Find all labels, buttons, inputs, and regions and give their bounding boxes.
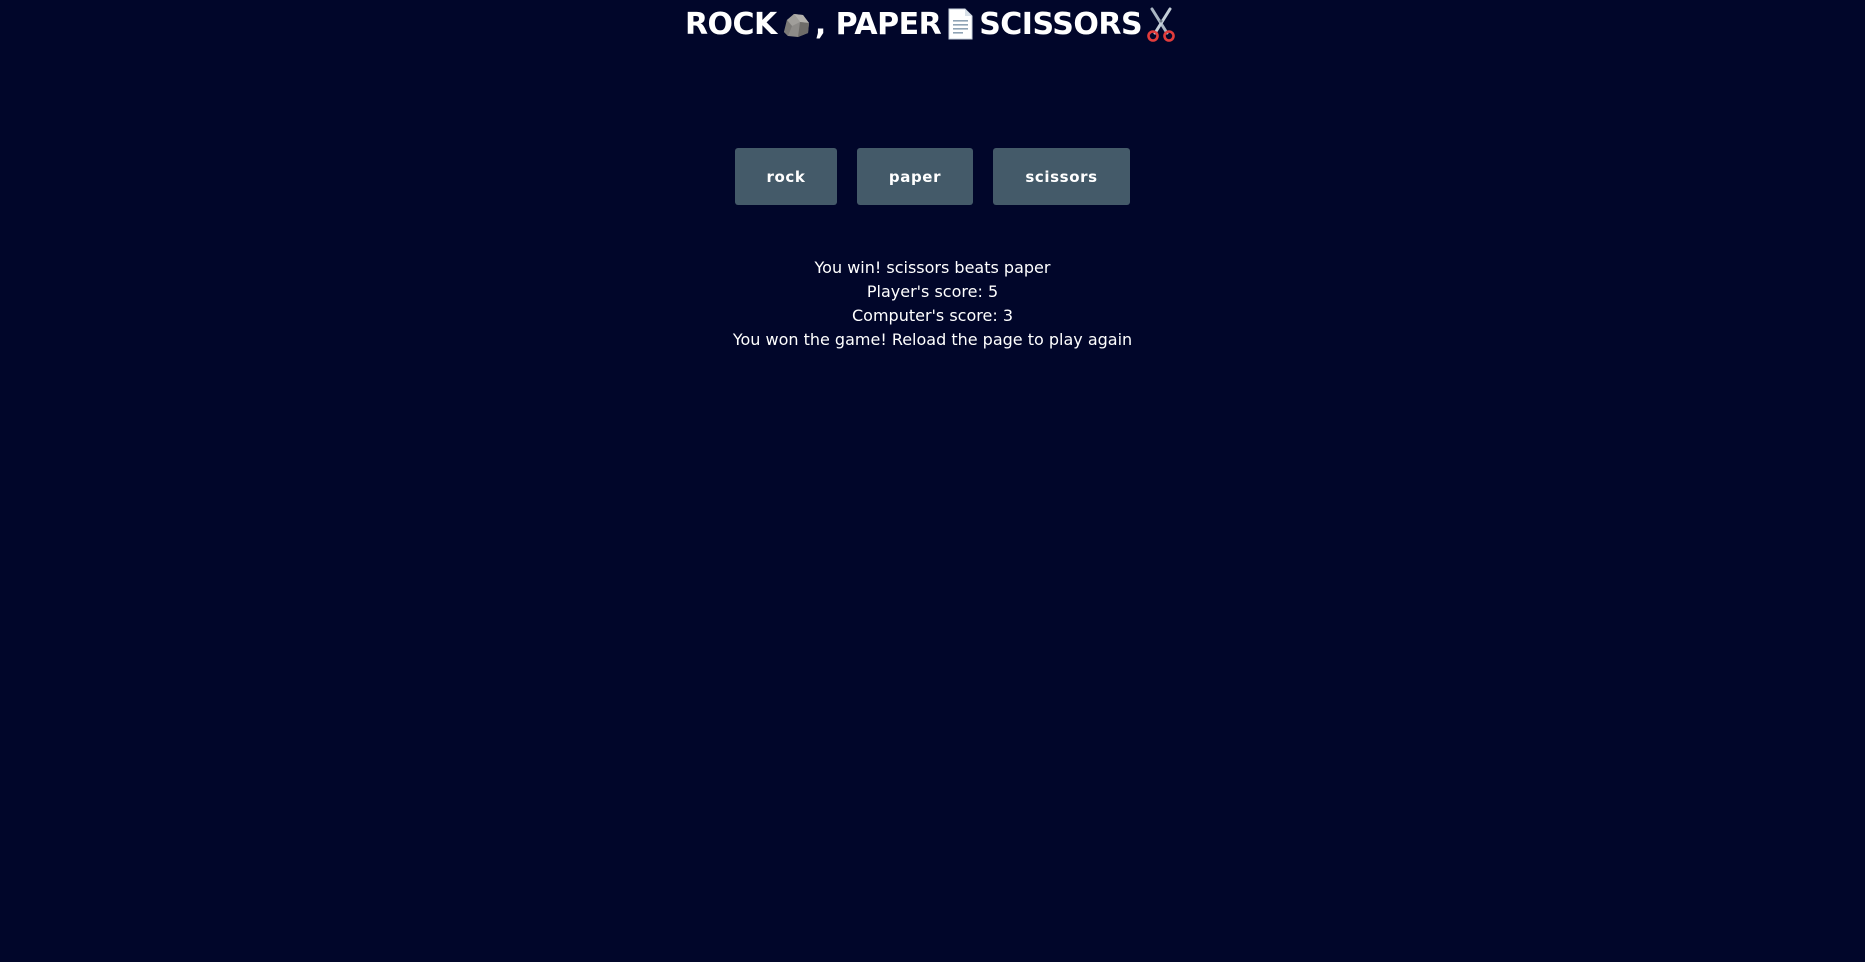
player-score: Player's score: 5: [866, 282, 999, 301]
title-rock: ROCK: [684, 6, 777, 42]
choice-buttons: rock paper scissors: [0, 148, 1865, 205]
page-title: ROCK , PAPER SCISSORS: [685, 6, 1180, 42]
header: ROCK , PAPER SCISSORS: [0, 0, 1865, 48]
paper-icon: [942, 6, 978, 42]
game-over-message: You won the game! Reload the page to pla…: [732, 330, 1133, 349]
rock-icon: [778, 6, 814, 42]
scissors-icon: [1143, 6, 1179, 42]
round-result-message: You win! scissors beats paper: [814, 258, 1051, 277]
rock-button[interactable]: rock: [735, 148, 837, 205]
scissors-button[interactable]: scissors: [993, 148, 1130, 205]
paper-button[interactable]: paper: [857, 148, 973, 205]
title-scissors: SCISSORS: [979, 6, 1143, 42]
computer-score: Computer's score: 3: [851, 306, 1013, 325]
results-panel: You win! scissors beats paper Player's s…: [0, 256, 1865, 352]
title-paper: , PAPER: [814, 6, 942, 42]
